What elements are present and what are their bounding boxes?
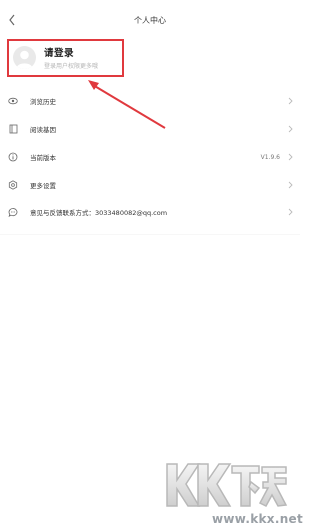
- chevron-right-icon: [287, 153, 293, 161]
- menu-item-history[interactable]: 浏览历史: [0, 87, 300, 115]
- annotation-arrow: [88, 80, 166, 129]
- chevron-right-icon: [287, 181, 293, 189]
- watermark-url: www.kkx.net: [212, 512, 304, 526]
- menu-item-feedback[interactable]: 意见与反馈联系方式：3033480082@qq.com: [0, 198, 300, 226]
- kkx-logo: [166, 463, 288, 507]
- book-icon: [7, 123, 19, 135]
- chevron-right-icon: [287, 97, 293, 105]
- kkx-watermark: www.kkx.net: [150, 458, 304, 530]
- menu-item-label: 更多设置: [30, 182, 56, 190]
- login-title[interactable]: 请登录: [44, 45, 74, 59]
- chevron-right-icon: [287, 125, 293, 133]
- menu-item-reading-gene[interactable]: 阅读基因: [0, 115, 300, 143]
- version-value: V1.9.6: [260, 153, 280, 161]
- menu-item-label: 阅读基因: [30, 126, 56, 134]
- default-avatar-icon[interactable]: [13, 46, 36, 69]
- login-subtitle: 登录用户权限更多哦: [44, 63, 99, 70]
- page-title: 个人中心: [134, 15, 166, 25]
- chevron-right-icon: [287, 208, 293, 216]
- login-card[interactable]: 请登录 登录用户权限更多哦: [7, 39, 124, 77]
- message-icon: [7, 206, 19, 218]
- top-nav-bar: 个人中心: [0, 0, 300, 40]
- menu-item-settings[interactable]: 更多设置: [0, 171, 300, 199]
- divider: [0, 234, 300, 235]
- eye-icon: [7, 95, 19, 107]
- menu-item-label: 浏览历史: [30, 98, 56, 106]
- menu-item-version[interactable]: 当前版本 V1.9.6: [0, 143, 300, 171]
- chevron-left-icon[interactable]: [4, 12, 20, 28]
- menu-item-label: 当前版本: [30, 154, 56, 162]
- info-icon: [7, 151, 19, 163]
- menu-item-label: 意见与反馈联系方式：3033480082@qq.com: [30, 209, 168, 217]
- settings-icon: [7, 179, 19, 191]
